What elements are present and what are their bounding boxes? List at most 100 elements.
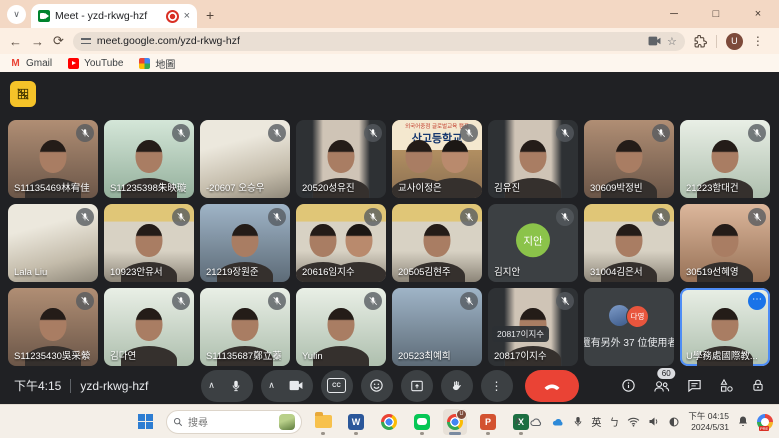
smiley-icon	[369, 378, 384, 393]
participant-count-badge: 60	[657, 368, 676, 379]
ime-language-indicator[interactable]: 英	[591, 414, 601, 429]
participant-tile[interactable]: Lala Liu	[8, 204, 98, 282]
taskbar-powerpoint[interactable]: P	[476, 409, 500, 435]
mic-off-icon	[652, 208, 670, 226]
mic-off-icon	[76, 124, 94, 142]
participant-tile[interactable]: 31004김은서	[584, 204, 674, 282]
tray-clock[interactable]: 下午 04:15 2024/5/31	[688, 411, 729, 432]
profile-avatar[interactable]: U	[726, 33, 743, 50]
mic-off-icon	[460, 124, 478, 142]
participant-name: S11235430吳采縈	[14, 348, 90, 362]
participant-tile[interactable]: 30519선혜영	[680, 204, 770, 282]
taskbar-chrome-active[interactable]: U	[443, 409, 467, 435]
forward-button[interactable]: →	[31, 34, 44, 49]
tab-search-button[interactable]: ∨	[7, 5, 26, 24]
mic-off-icon	[652, 124, 670, 142]
new-tab-button[interactable]: +	[206, 7, 214, 23]
participant-tile[interactable]: 10923안유서	[104, 204, 194, 282]
browser-tab[interactable]: Meet - yzd-rkwg-hzf ×	[31, 4, 197, 28]
mic-button[interactable]	[221, 370, 251, 402]
taskbar-line[interactable]	[410, 409, 434, 435]
mic-off-icon	[364, 124, 382, 142]
mic-off-icon	[268, 208, 286, 226]
participant-tile[interactable]: 20520성유진	[296, 120, 386, 198]
bookmark-youtube[interactable]: YouTube	[68, 58, 123, 69]
participant-tile[interactable]: S11135687鄭立蓁	[200, 288, 290, 366]
participant-tile[interactable]: ⋯U學務處國際教...	[680, 288, 770, 366]
bookmark-maps[interactable]: 地圖	[139, 56, 175, 71]
participant-name: 20523최예희	[398, 348, 451, 362]
participant-tile[interactable]: S11135469林宥佳	[8, 120, 98, 198]
bookmark-star-icon[interactable]: ☆	[667, 35, 677, 48]
participant-tile[interactable]: 지안김지안	[488, 204, 578, 282]
desktop: ∨ Meet - yzd-rkwg-hzf × + ─ □ × ← → ⟳ me…	[0, 0, 779, 438]
tray-mic-icon[interactable]	[573, 416, 583, 428]
participant-tile[interactable]: 20523최예희	[392, 288, 482, 366]
ime-mode-indicator[interactable]: ㄅ	[609, 414, 619, 429]
gmail-icon: M	[10, 58, 21, 69]
browser-menu-icon[interactable]: ⋮	[752, 34, 764, 48]
mic-options-chevron-icon[interactable]: ∧	[203, 380, 221, 391]
people-button[interactable]: 60	[653, 379, 670, 393]
participant-tile[interactable]: S11235430吳采縈	[8, 288, 98, 366]
activities-button[interactable]	[719, 378, 734, 393]
mic-control[interactable]: ∧	[201, 370, 253, 402]
close-button[interactable]: ×	[737, 0, 779, 28]
participant-tile[interactable]: 김유진	[488, 120, 578, 198]
tile-options-button[interactable]: ⋯	[748, 292, 766, 310]
camera-in-use-icon[interactable]	[648, 36, 661, 46]
participant-tile[interactable]: -20607 오승우	[200, 120, 290, 198]
more-options-button[interactable]: ⋮	[481, 370, 513, 402]
raise-hand-button[interactable]	[441, 370, 473, 402]
more-users-tile[interactable]: 다영還有另外 37 位使用者	[584, 288, 674, 366]
camera-control[interactable]: ∧	[261, 370, 313, 402]
camera-button[interactable]	[281, 370, 311, 402]
night-mode-icon[interactable]	[668, 416, 680, 428]
back-button[interactable]: ←	[9, 34, 22, 49]
tab-close-icon[interactable]: ×	[184, 10, 190, 22]
meeting-details-button[interactable]	[621, 378, 636, 393]
extensions-icon[interactable]	[694, 35, 707, 48]
participant-tile[interactable]: 외국어중점 글로벌교육 캠프산고등학교교사이정은	[392, 120, 482, 198]
host-controls-button[interactable]	[751, 378, 765, 393]
maximize-button[interactable]: □	[695, 0, 737, 28]
participant-name: 20505김현주	[398, 264, 451, 278]
reload-button[interactable]: ⟳	[53, 33, 64, 49]
taskbar-chrome-pinned[interactable]	[377, 409, 401, 435]
reactions-button[interactable]	[361, 370, 393, 402]
participant-tile[interactable]: 20505김현주	[392, 204, 482, 282]
tray-app-icon[interactable]: PRE	[757, 414, 773, 430]
camera-options-chevron-icon[interactable]: ∧	[263, 380, 281, 391]
chat-button[interactable]	[687, 378, 702, 393]
wifi-icon[interactable]	[627, 417, 640, 427]
site-settings-icon[interactable]	[81, 37, 91, 45]
taskbar-file-explorer[interactable]	[311, 409, 335, 435]
onedrive-icon[interactable]	[529, 417, 543, 427]
taskbar-search[interactable]: 搜尋	[166, 410, 302, 434]
mic-off-icon	[556, 208, 574, 226]
tray-expand-chevron-icon[interactable]: ∧	[514, 416, 521, 427]
notification-bell-icon[interactable]	[737, 415, 749, 428]
participant-tile[interactable]: 21223함대건	[680, 120, 770, 198]
participant-tile[interactable]: 20817이지수20817이지수	[488, 288, 578, 366]
start-button[interactable]	[133, 409, 157, 435]
volume-icon[interactable]	[648, 416, 660, 427]
participant-tile[interactable]: 20616임지수	[296, 204, 386, 282]
address-bar[interactable]: meet.google.com/yzd-rkwg-hzf ☆	[73, 32, 685, 51]
end-call-button[interactable]	[525, 370, 579, 402]
taskbar-word[interactable]: W	[344, 409, 368, 435]
minimize-button[interactable]: ─	[653, 0, 695, 28]
cloud-sync-icon[interactable]	[551, 417, 565, 427]
participant-tile[interactable]: S11235398朱映璇	[104, 120, 194, 198]
captions-button[interactable]: CC	[321, 370, 353, 402]
bookmark-gmail[interactable]: MGmail	[10, 58, 52, 69]
taskbar: 搜尋 W U P X ∧ 英 ㄅ 下午 04:15 2024/5/31	[0, 404, 779, 438]
participant-tile[interactable]: 21219장원준	[200, 204, 290, 282]
present-button[interactable]	[401, 370, 433, 402]
mic-off-icon	[172, 124, 190, 142]
participant-tile[interactable]: Yulin	[296, 288, 386, 366]
participant-tile[interactable]: 김다연	[104, 288, 194, 366]
participant-tile[interactable]: 30609박정빈	[584, 120, 674, 198]
grid-warning-badge[interactable]	[10, 81, 36, 107]
participant-tile[interactable]: 다영還有另外 37 位使用者	[584, 288, 674, 366]
